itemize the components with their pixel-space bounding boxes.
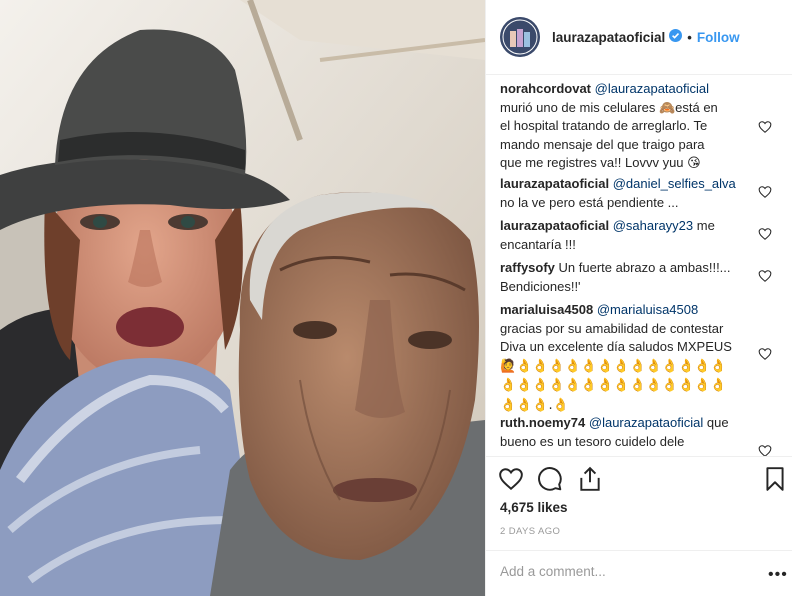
comment-text: raffysofy Un fuerte abrazo a ambas!!!...… (500, 259, 752, 296)
heart-icon[interactable] (758, 227, 772, 241)
comment-text: ruth.noemy74 @laurazapataoficial que bue… (500, 414, 752, 451)
comment-author[interactable]: marialuisa4508 (500, 302, 593, 317)
post-photo[interactable] (0, 0, 485, 596)
comment-author[interactable]: laurazapataoficial (500, 176, 609, 191)
comment-item: ruth.noemy74 @laurazapataoficial que bue… (500, 414, 790, 456)
follow-button[interactable]: Follow (697, 30, 740, 45)
heart-icon[interactable] (758, 185, 772, 199)
comment-line: bueno es un tesoro cuidelo dele (500, 433, 685, 449)
comment-line: no la ve pero está pendiente ... (500, 194, 679, 210)
heart-icon[interactable] (758, 347, 772, 361)
comment-bubble-icon[interactable] (537, 466, 563, 492)
selfie-image (0, 0, 485, 596)
comment-author[interactable]: ruth.noemy74 (500, 415, 585, 430)
comment-emoji-line: 👌👌👌.👌 (500, 397, 569, 413)
divider (486, 550, 792, 551)
divider (486, 456, 792, 457)
comment-text: laurazapataoficial @saharayy23 me encant… (500, 217, 752, 254)
comment-text-inline: Un fuerte abrazo a ambas!!!... (554, 260, 731, 275)
add-comment-input[interactable]: Add a comment... (500, 564, 740, 579)
comment-item: laurazapataoficial @daniel_selfies_alva … (500, 175, 790, 212)
comment-line: Bendiciones!!' (500, 278, 581, 294)
comment-author[interactable]: norahcordovat (500, 81, 591, 96)
heart-icon[interactable] (758, 120, 772, 134)
more-options-icon[interactable]: ••• (768, 566, 788, 584)
comment-author[interactable]: laurazapataoficial (500, 218, 609, 233)
verified-badge-icon (669, 29, 683, 45)
comment-mention[interactable]: @marialuisa4508 (597, 302, 698, 317)
avatar[interactable] (500, 17, 540, 57)
comment-text: norahcordovat @laurazapataoficial murió … (500, 80, 752, 173)
comment-text: marialuisa4508 @marialuisa4508 gracias p… (500, 301, 752, 415)
comment-line: murió uno de mis celulares 🙈está en (500, 99, 718, 115)
comment-text-inline: me (693, 218, 715, 233)
comment-line: mando mensaje del que traigo para (500, 136, 705, 152)
heart-icon[interactable] (758, 269, 772, 283)
comment-item: raffysofy Un fuerte abrazo a ambas!!!...… (500, 259, 790, 296)
comment-mention[interactable]: @laurazapataoficial (589, 415, 703, 430)
comment-emoji-line: 👌👌👌👌👌👌👌👌👌👌👌👌👌👌 (500, 378, 727, 393)
share-icon[interactable] (577, 466, 603, 492)
comment-line: Diva un excelente día saludos MXPEUS (500, 339, 732, 354)
separator-dot: • (687, 29, 692, 45)
heart-icon[interactable] (758, 444, 772, 456)
comment-line: encantaría !!! (500, 236, 576, 252)
comment-item: laurazapataoficial @saharayy23 me encant… (500, 217, 790, 254)
comment-text: laurazapataoficial @daniel_selfies_alva … (500, 175, 752, 212)
comment-line: que me registres va!! Lovvv yuu 😘 (500, 155, 701, 170)
comment-line: gracias por su amabilidad de contestar (500, 320, 724, 336)
likes-count[interactable]: 4,675 likes (500, 500, 568, 515)
post-sidebar: laurazapataoficial • Follow norahcordova… (485, 0, 792, 596)
post-header: laurazapataoficial • Follow (486, 0, 792, 75)
comment-text-inline: que (703, 415, 729, 430)
heart-icon[interactable] (498, 466, 524, 492)
comment-mention[interactable]: @daniel_selfies_alva (613, 176, 736, 191)
comment-item: marialuisa4508 @marialuisa4508 gracias p… (500, 301, 790, 415)
comment-line: el hospital tratando de arreglarlo. Te (500, 118, 708, 133)
post-timestamp[interactable]: 2 DAYS AGO (500, 526, 560, 537)
comment-emoji-line: 🙋👌👌👌👌👌👌👌👌👌👌👌👌👌 (500, 358, 727, 374)
post-author-username[interactable]: laurazapataoficial (552, 30, 665, 45)
comment-author[interactable]: raffysofy (500, 260, 555, 275)
post-actions (486, 462, 792, 496)
comment-mention[interactable]: @laurazapataoficial (595, 81, 709, 96)
comment-item: norahcordovat @laurazapataoficial murió … (500, 80, 790, 173)
bookmark-icon[interactable] (762, 466, 788, 492)
comments-list[interactable]: norahcordovat @laurazapataoficial murió … (486, 76, 792, 456)
comment-mention[interactable]: @saharayy23 (613, 218, 693, 233)
